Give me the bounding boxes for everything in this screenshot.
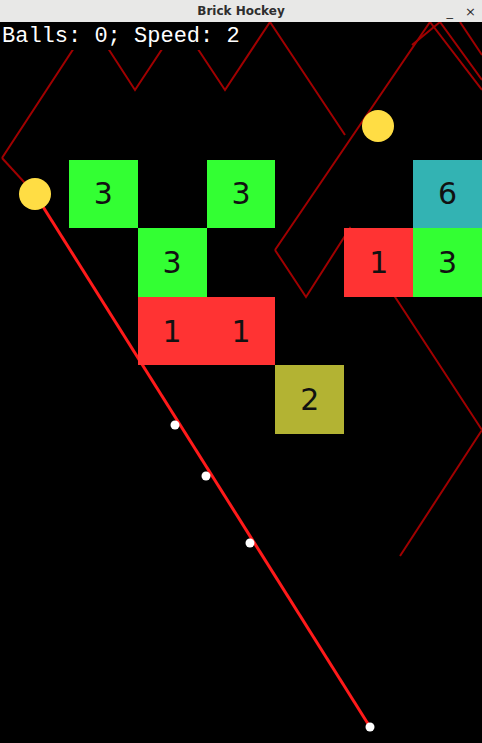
window-button[interactable]: _ (447, 4, 454, 19)
brick-value: 1 (231, 314, 250, 349)
grid-cell (413, 91, 482, 160)
ball (19, 178, 51, 210)
trajectory-line (275, 22, 482, 250)
aim-dot (366, 723, 375, 732)
brick: 1 (138, 297, 207, 366)
brick: 3 (69, 160, 138, 229)
aim-dot (202, 472, 211, 481)
brick-value: 2 (300, 382, 319, 417)
grid-cell (69, 91, 138, 160)
grid-cell (207, 91, 276, 160)
grid-cell (275, 297, 344, 366)
grid-cell (413, 365, 482, 434)
brick-value: 6 (438, 176, 457, 211)
grid-cell (0, 91, 69, 160)
grid-cell: 1 (138, 297, 207, 366)
hud: Balls: 0; Speed: 2 (0, 22, 482, 91)
grid-cell (69, 228, 138, 297)
grid-cell: 2 (275, 365, 344, 434)
brick: 3 (207, 160, 276, 229)
brick-value: 1 (163, 314, 182, 349)
grid-cell (275, 160, 344, 229)
hud-text: Balls: 0; Speed: 2 (0, 22, 242, 50)
brick: 3 (413, 228, 482, 297)
grid-cell (413, 297, 482, 366)
grid-cell (207, 228, 276, 297)
brick-value: 1 (369, 245, 388, 280)
brick-grid: 3 3 6 3 1 3 1 1 2 (0, 91, 482, 434)
ball (362, 110, 394, 142)
grid-cell (0, 228, 69, 297)
brick: 1 (344, 228, 413, 297)
brick: 6 (413, 160, 482, 229)
trajectory-line (2, 158, 35, 194)
grid-cell: 1 (207, 297, 276, 366)
grid-cell (344, 297, 413, 366)
trajectory-line (275, 228, 482, 556)
grid-cell (344, 160, 413, 229)
grid-cell (138, 91, 207, 160)
grid-cell (207, 365, 276, 434)
grid-cell (344, 91, 413, 160)
grid-cell: 3 (207, 160, 276, 229)
grid-cell (275, 91, 344, 160)
grid-cell: 3 (138, 228, 207, 297)
trajectory-line (460, 22, 482, 55)
window-controls: _× (447, 0, 476, 22)
grid-cell: 3 (69, 160, 138, 229)
grid-cell (0, 160, 69, 229)
title-bar: Brick Hockey_× (0, 0, 482, 22)
trajectory-line (412, 22, 482, 80)
game-window: Brick Hockey_×Balls: 0; Speed: 233631311… (0, 0, 482, 743)
brick: 2 (275, 365, 344, 434)
brick-value: 3 (163, 245, 182, 280)
trajectory-layer (0, 22, 482, 743)
brick-value: 3 (231, 176, 250, 211)
aim-dot (246, 539, 255, 548)
grid-cell: 3 (413, 228, 482, 297)
brick-value: 3 (94, 176, 113, 211)
grid-cell: 1 (344, 228, 413, 297)
aim-dot (171, 421, 180, 430)
grid-cell (344, 365, 413, 434)
game-canvas[interactable]: Balls: 0; Speed: 2 3 3 6 3 1 3 1 1 2 (0, 22, 482, 743)
grid-cell (138, 365, 207, 434)
grid-cell: 6 (413, 160, 482, 229)
brick-value: 3 (438, 245, 457, 280)
grid-cell (69, 365, 138, 434)
grid-cell (275, 228, 344, 297)
brick: 1 (207, 297, 276, 366)
window-title: Brick Hockey (197, 4, 284, 18)
brick: 3 (138, 228, 207, 297)
grid-cell (138, 160, 207, 229)
grid-cell (0, 297, 69, 366)
aim-line (35, 194, 370, 727)
grid-cell (69, 297, 138, 366)
grid-cell (0, 365, 69, 434)
window-button[interactable]: × (465, 4, 476, 19)
